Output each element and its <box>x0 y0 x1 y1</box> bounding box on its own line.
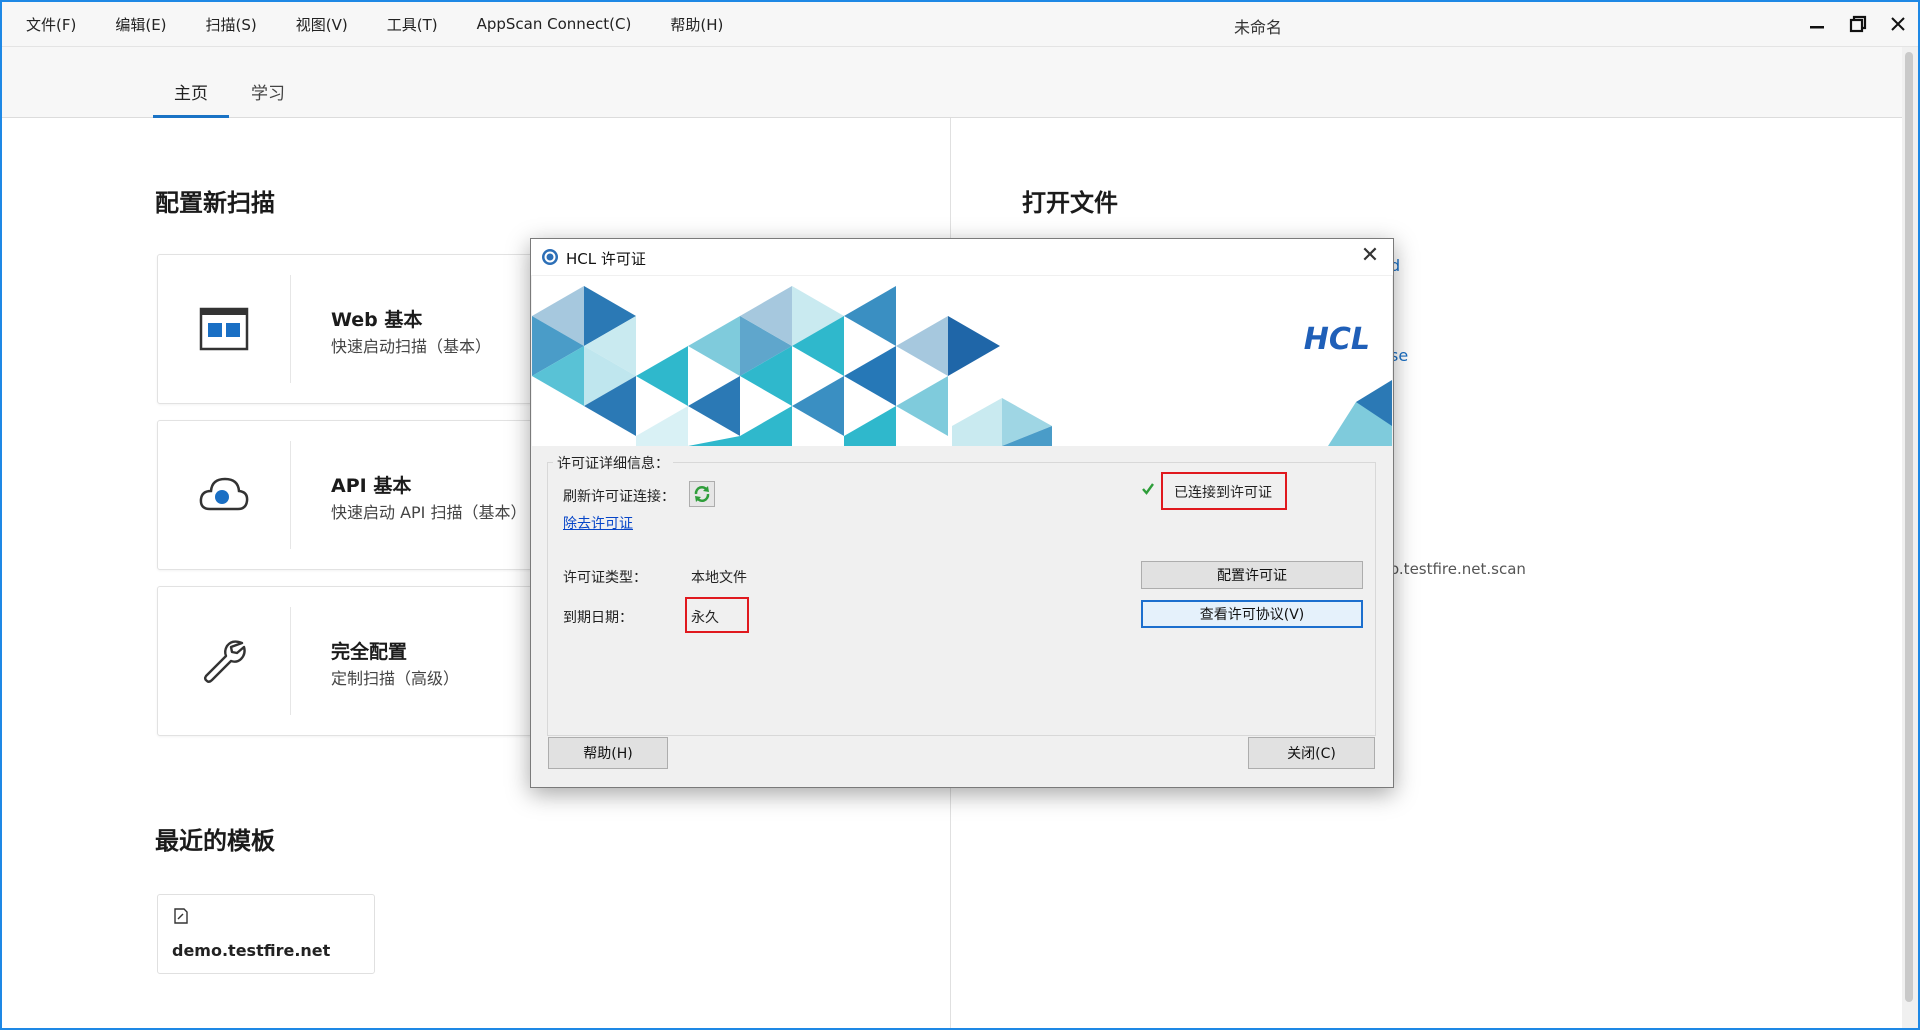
api-basic-card[interactable]: API 基本 快速启动 API 扫描（基本） <box>157 420 559 570</box>
license-details-label: 许可证详细信息： <box>553 453 673 473</box>
template-icon <box>174 908 188 924</box>
restore-button[interactable] <box>1840 8 1876 40</box>
minimize-icon <box>1810 26 1824 29</box>
tab-learn[interactable]: 学习 <box>238 79 298 115</box>
dialog-close-icon[interactable]: ✕ <box>1357 243 1383 268</box>
close-icon <box>1891 17 1905 31</box>
license-type-label: 许可证类型： <box>563 570 647 586</box>
configure-license-button[interactable]: 配置许可证 <box>1141 561 1363 589</box>
full-config-card[interactable]: 完全配置 定制扫描（高级） <box>157 586 559 736</box>
hcl-app-icon <box>542 249 558 265</box>
wrench-icon <box>204 640 246 683</box>
menu-appscan-connect[interactable]: AppScan Connect(C) <box>477 15 650 33</box>
recent-scan-file[interactable]: o.testfire.net.scan <box>1390 560 1526 578</box>
close-dialog-button[interactable]: 关闭(C) <box>1248 737 1375 769</box>
card-subtitle: 快速启动扫描（基本） <box>331 337 492 356</box>
view-license-agreement-button[interactable]: 查看许可协议(V) <box>1141 600 1363 628</box>
menu-tools[interactable]: 工具(T) <box>387 14 456 35</box>
menu-file[interactable]: 文件(F) <box>26 14 94 35</box>
license-connected-status: 已连接到许可证 <box>1174 485 1272 501</box>
recent-templates-heading: 最近的模板 <box>155 827 275 855</box>
hcl-logo: HCL <box>1304 322 1370 357</box>
hcl-license-dialog: HCL 许可证 ✕ HCL 许可证详细信息： 刷新许可证连接： 除去许可证 已连… <box>530 238 1394 788</box>
menu-help[interactable]: 帮助(H) <box>670 14 741 35</box>
card-separator <box>290 275 291 383</box>
refresh-license-button[interactable] <box>689 481 715 507</box>
restore-icon <box>1849 15 1867 33</box>
card-subtitle: 快速启动 API 扫描（基本） <box>331 503 527 522</box>
window-title: 未命名 <box>1234 18 1283 37</box>
menu-edit[interactable]: 编辑(E) <box>115 14 184 35</box>
card-title: Web 基本 <box>331 309 423 331</box>
open-file-heading: 打开文件 <box>1022 189 1118 217</box>
configure-new-scan-heading: 配置新扫描 <box>155 189 275 217</box>
menu-bar: 文件(F) 编辑(E) 扫描(S) 视图(V) 工具(T) AppScan Co… <box>16 2 752 46</box>
menu-view[interactable]: 视图(V) <box>296 14 366 35</box>
remove-license-link[interactable]: 除去许可证 <box>563 513 633 533</box>
minimize-button[interactable] <box>1799 8 1835 40</box>
dialog-title-bar: HCL 许可证 ✕ <box>531 239 1393 275</box>
card-title: 完全配置 <box>331 641 408 663</box>
refresh-license-label: 刷新许可证连接： <box>563 489 675 505</box>
card-title: API 基本 <box>331 475 412 497</box>
dialog-title: HCL 许可证 <box>566 250 646 268</box>
expiry-date-value: 永久 <box>691 610 719 626</box>
close-button[interactable] <box>1880 8 1916 40</box>
expiry-date-label: 到期日期： <box>563 610 633 626</box>
app-window: 文件(F) 编辑(E) 扫描(S) 视图(V) 工具(T) AppScan Co… <box>0 0 1920 1030</box>
title-bar: 文件(F) 编辑(E) 扫描(S) 视图(V) 工具(T) AppScan Co… <box>2 2 1918 47</box>
template-name: demo.testfire.net <box>172 941 331 960</box>
help-button[interactable]: 帮助(H) <box>548 737 668 769</box>
cloud-api-icon <box>199 477 249 511</box>
scrollbar-thumb[interactable] <box>1905 52 1913 1002</box>
web-basic-card[interactable]: Web 基本 快速启动扫描（基本） <box>157 254 559 404</box>
tab-home[interactable]: 主页 <box>153 79 229 118</box>
web-window-icon <box>199 307 249 351</box>
menu-scan[interactable]: 扫描(S) <box>206 14 275 35</box>
card-separator <box>290 441 291 549</box>
refresh-icon <box>694 486 710 502</box>
hcl-banner: HCL <box>532 276 1392 446</box>
check-icon <box>1142 483 1154 495</box>
triangle-pattern-graphic: HCL <box>532 286 1392 446</box>
card-separator <box>290 607 291 715</box>
license-type-value: 本地文件 <box>691 570 747 586</box>
card-subtitle: 定制扫描（高级） <box>331 669 460 688</box>
tab-bar: 主页 学习 <box>2 47 1902 118</box>
template-item[interactable]: demo.testfire.net <box>157 894 375 974</box>
